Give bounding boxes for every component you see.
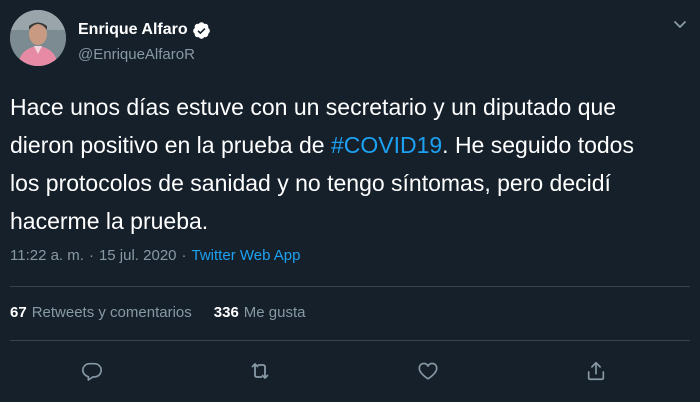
share-button[interactable]	[581, 358, 611, 388]
meta-separator: ·	[181, 247, 187, 264]
heart-icon	[417, 360, 439, 387]
divider	[10, 286, 690, 287]
retweet-icon	[248, 359, 272, 388]
retweets-label: Retweets y comentarios	[31, 304, 192, 321]
avatar[interactable]	[10, 10, 66, 66]
tweet-actions	[0, 358, 700, 388]
likes-count: 336	[213, 304, 239, 321]
display-name-row: Enrique Alfaro	[78, 20, 211, 40]
likes-stat[interactable]: 336 Me gusta	[214, 304, 306, 321]
tweet-source-link[interactable]: Twitter Web App	[192, 247, 301, 264]
meta-separator: ·	[88, 247, 94, 264]
retweets-stat[interactable]: 67 Retweets y comentarios	[10, 304, 192, 321]
chevron-down-icon[interactable]	[670, 14, 690, 34]
tweet-stats: 67 Retweets y comentarios 336 Me gusta	[10, 304, 306, 321]
tweet-card: Enrique Alfaro @EnriqueAlfaroR Hace unos…	[0, 0, 700, 402]
tweet-date[interactable]: 15 jul. 2020	[99, 247, 177, 264]
reply-button[interactable]	[77, 358, 107, 388]
like-button[interactable]	[413, 358, 443, 388]
tweet-time[interactable]: 11:22 a. m.	[10, 247, 84, 264]
tweet-text: Hace unos días estuve con un secretario …	[10, 88, 650, 240]
divider	[10, 340, 690, 341]
share-icon	[585, 360, 607, 387]
verified-badge-icon	[192, 21, 211, 40]
display-name[interactable]: Enrique Alfaro	[78, 21, 188, 39]
user-names: Enrique Alfaro @EnriqueAlfaroR	[78, 20, 211, 63]
tweet-header: Enrique Alfaro @EnriqueAlfaroR	[10, 10, 211, 70]
retweets-count: 67	[10, 304, 27, 321]
user-handle[interactable]: @EnriqueAlfaroR	[78, 46, 211, 63]
retweet-button[interactable]	[245, 358, 275, 388]
tweet-meta: 11:22 a. m. · 15 jul. 2020 · Twitter Web…	[10, 247, 300, 264]
reply-icon	[81, 360, 103, 387]
likes-label: Me gusta	[243, 304, 306, 321]
hashtag-link[interactable]: #COVID19	[331, 132, 442, 158]
